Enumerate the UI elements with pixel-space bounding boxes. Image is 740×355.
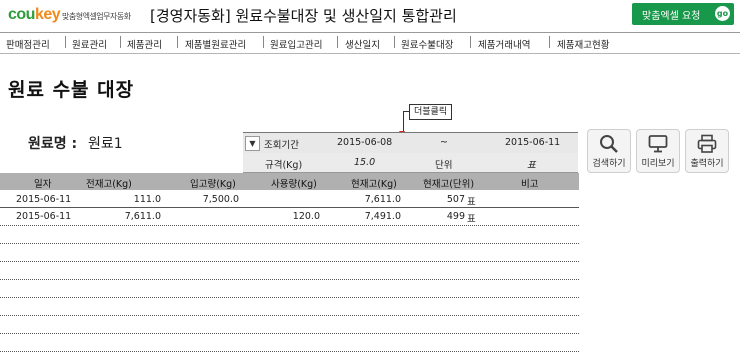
request-button-label: 맞춤엑셀 요청 [642,11,701,22]
cell-prev-stock: 7,611.0 [124,211,161,222]
date-to-field[interactable]: 2015-06-11 [505,137,560,148]
menu-item-stores[interactable]: 판매점관리 [6,37,50,51]
ledger-table-header: 일자 전재고(Kg) 입고량(Kg) 사용량(Kg) 현재고(Kg) 현재고(단… [0,173,579,190]
cell-use-qty: 120.0 [292,211,320,222]
spec-row: 규격(Kg) 15.0 단위 표 [243,153,578,173]
menu-item-materials[interactable]: 원료관리 [72,37,107,51]
row-divider [0,207,579,208]
row-divider [0,261,579,262]
col-use-qty: 사용량(Kg) [271,179,317,190]
spec-label: 규격(Kg) [265,160,303,171]
tooltip-leader-line [403,111,404,133]
menu-item-material-receiving[interactable]: 원료입고관리 [270,37,322,51]
cell-cur-stock: 7,491.0 [364,211,401,222]
printer-icon [697,134,717,153]
dropdown-arrow-icon[interactable]: ▼ [245,136,260,151]
main-menu: 판매점관리 원료관리 제품관리 제품별원료관리 원료입고관리 생산일지 원료수불… [0,33,740,54]
menu-separator [549,36,550,48]
menu-separator [177,36,178,48]
go-icon: go [715,6,730,21]
cell-prev-stock: 111.0 [133,194,161,205]
menu-separator [394,36,395,48]
menu-item-production-log[interactable]: 생산일지 [345,37,380,51]
row-divider [0,297,579,298]
tilde-separator: ~ [440,137,448,148]
cell-unit: 표 [467,214,476,225]
col-in-qty: 입고량(Kg) [190,179,236,190]
row-divider [0,351,579,352]
menu-separator [263,36,264,48]
spec-value[interactable]: 15.0 [354,157,375,168]
menu-separator [470,36,471,48]
double-click-tooltip: 더블클릭 [409,104,453,120]
unit-value[interactable]: 표 [527,157,536,171]
page-title: 원료 수불 대장 [8,79,135,101]
cell-in-qty: 7,500.0 [202,194,239,205]
menu-separator [65,36,66,48]
monitor-icon [648,135,668,153]
cell-cur-unit: 499 [446,211,465,222]
filter-panel: ▼ 조회기간 2015-06-08 ~ 2015-06-11 규격(Kg) 15… [243,132,578,173]
menu-item-product-materials[interactable]: 제품별원료관리 [185,37,246,51]
logo-tagline: 맞춤형엑셀업무자동화 [62,12,131,21]
search-button[interactable]: 검색하기 [587,129,631,173]
search-icon [600,135,618,153]
print-button-label: 출력하기 [690,159,724,169]
col-prev-stock: 전재고(Kg) [86,179,132,190]
cell-date: 2015-06-11 [16,211,72,222]
app-header: coukey 맞춤형엑셀업무자동화 [경영자동화] 원료수불대장 및 생산일지 … [0,0,740,33]
app-title: [경영자동화] 원료수불대장 및 생산일지 통합관리 [150,7,457,25]
row-divider [0,225,579,226]
period-label: 조회기간 [264,140,299,151]
material-name-value[interactable]: 원료1 [88,133,123,153]
col-cur-stock: 현재고(Kg) [351,179,397,190]
menu-item-product-inventory[interactable]: 제품재고현황 [557,37,609,51]
row-divider [0,279,579,280]
custom-excel-request-button[interactable]: 맞춤엑셀 요청 go [632,3,734,25]
unit-label: 단위 [435,160,453,171]
menu-separator [120,36,121,48]
row-divider [0,315,579,316]
search-button-label: 검색하기 [592,159,626,169]
period-row: ▼ 조회기간 2015-06-08 ~ 2015-06-11 [243,133,578,154]
preview-button[interactable]: 미리보기 [636,129,680,173]
print-button[interactable]: 출력하기 [685,129,729,173]
menu-item-material-ledger[interactable]: 원료수불대장 [401,37,453,51]
cell-unit: 표 [467,197,476,208]
preview-button-label: 미리보기 [641,159,675,169]
material-name-label: 원료명 : [28,136,78,152]
col-cur-unit: 현재고(단위) [423,179,475,190]
menu-separator [337,36,338,48]
row-divider [0,333,579,334]
cell-cur-stock: 7,611.0 [364,194,401,205]
cell-cur-unit: 507 [446,194,465,205]
col-date: 일자 [34,179,52,190]
date-from-field[interactable]: 2015-06-08 [337,137,392,148]
row-divider [0,243,579,244]
coukey-logo[interactable]: coukey [8,6,61,24]
cell-date: 2015-06-11 [16,194,72,205]
menu-item-products[interactable]: 제품관리 [127,37,162,51]
col-note: 비고 [521,179,539,190]
menu-item-product-transactions[interactable]: 제품거래내역 [478,37,530,51]
